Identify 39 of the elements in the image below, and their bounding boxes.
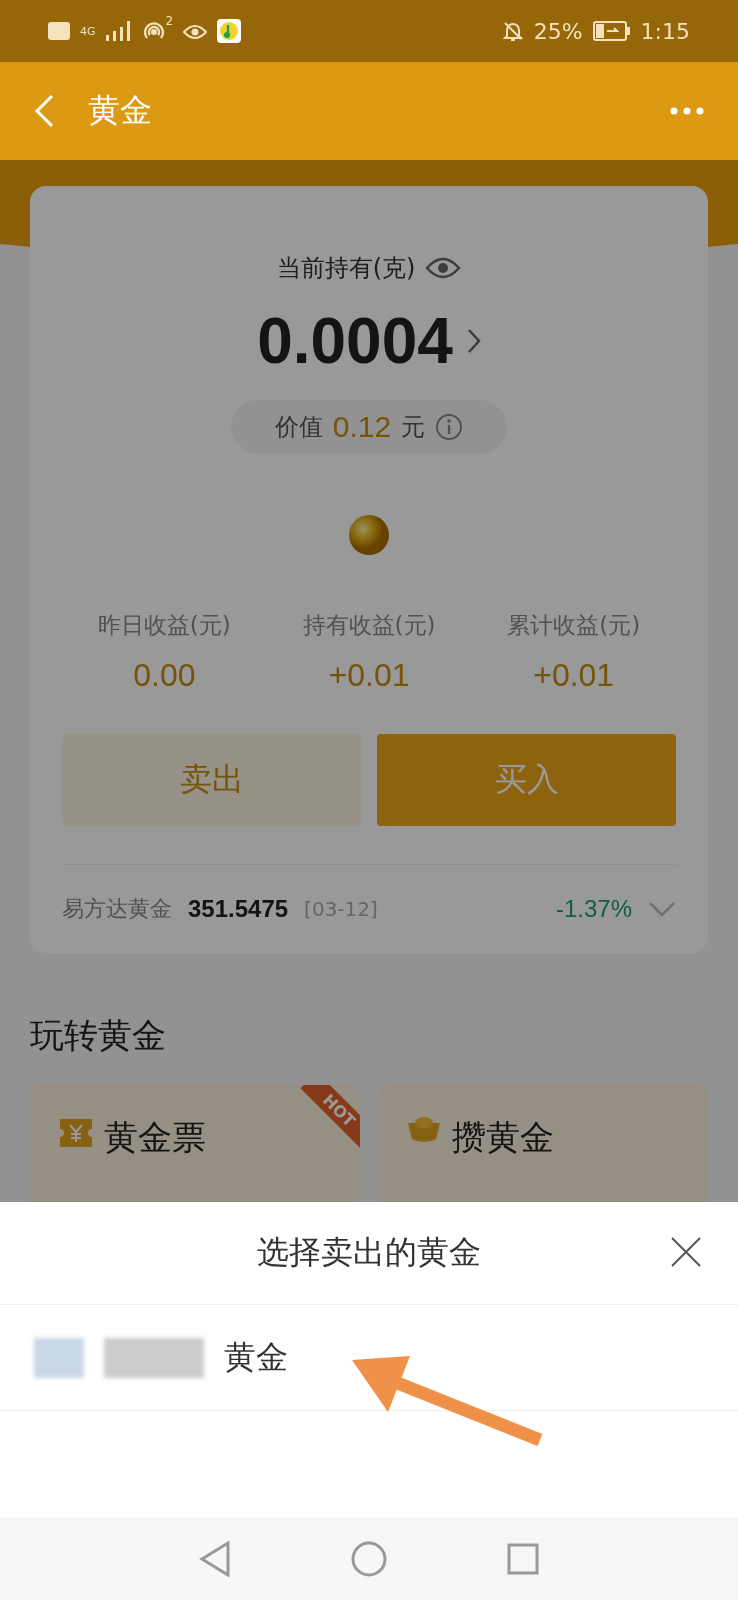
hotspot-count: 2 bbox=[165, 14, 174, 28]
value-unit: 元 bbox=[401, 412, 426, 443]
stat-value: +0.01 bbox=[328, 657, 410, 694]
ball-icon bbox=[348, 514, 390, 556]
value-amount: 0.12 bbox=[332, 410, 392, 444]
section-title: 玩转黄金 bbox=[30, 1014, 167, 1057]
signal-icon bbox=[105, 21, 132, 41]
recents-icon[interactable] bbox=[507, 1542, 539, 1575]
eye-icon bbox=[183, 22, 208, 40]
fund-change: -1.37% bbox=[555, 895, 632, 923]
value-label: 价值 bbox=[274, 412, 323, 443]
chevron-right-icon[interactable] bbox=[466, 328, 481, 354]
home-icon[interactable] bbox=[351, 1540, 387, 1577]
stat-value: +0.01 bbox=[533, 657, 615, 694]
promo-title: 黄金票 bbox=[104, 1116, 206, 1159]
fund-name: 易方达黄金 bbox=[62, 895, 172, 923]
holding-amount: 0.0004 bbox=[257, 304, 453, 378]
holding-label: 当前持有(克) bbox=[276, 253, 416, 284]
info-icon[interactable] bbox=[435, 413, 464, 441]
bell-off-icon bbox=[501, 20, 524, 42]
page-title: 黄金 bbox=[88, 90, 153, 131]
stat-value: 0.00 bbox=[133, 657, 196, 694]
chevron-down-icon[interactable] bbox=[648, 901, 676, 917]
option-name: 黄金 bbox=[224, 1336, 288, 1378]
clock-time: 1:15 bbox=[640, 18, 690, 44]
stat-label: 持有收益(元) bbox=[302, 611, 436, 640]
back-icon[interactable] bbox=[199, 1540, 231, 1577]
fund-price: 351.5475 bbox=[188, 895, 289, 923]
network-label: 4G bbox=[80, 25, 96, 37]
music-app-icon bbox=[217, 19, 242, 43]
battery-percent: 25% bbox=[533, 18, 583, 44]
eye-icon[interactable] bbox=[425, 256, 462, 280]
promo-title: 攒黄金 bbox=[452, 1116, 554, 1159]
stat-label: 昨日收益(元) bbox=[97, 611, 231, 640]
sheet-title: 选择卖出的黄金 bbox=[257, 1232, 481, 1273]
stat-label: 累计收益(元) bbox=[507, 611, 641, 640]
ingot-icon bbox=[406, 1115, 442, 1145]
more-icon[interactable] bbox=[670, 107, 704, 115]
battery-icon bbox=[592, 21, 631, 41]
